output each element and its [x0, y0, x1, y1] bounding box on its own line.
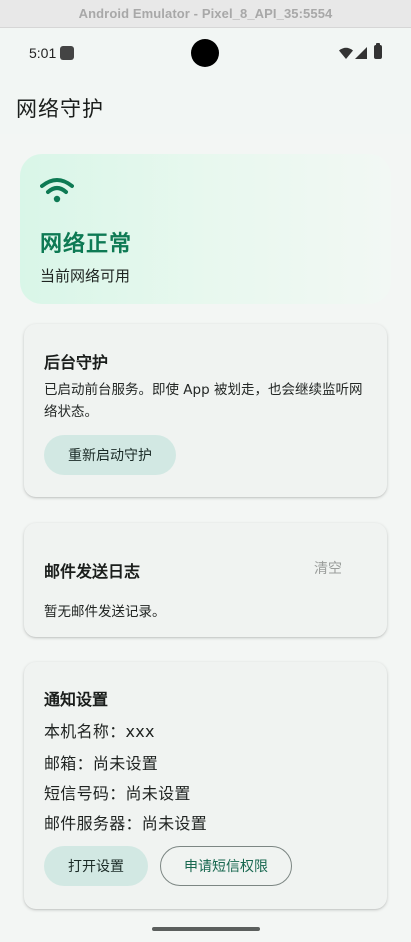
status-time: 5:01	[29, 45, 57, 61]
email-line: 邮箱：尚未设置	[44, 754, 159, 773]
sim-card-icon	[60, 46, 74, 60]
battery-icon	[374, 43, 382, 59]
request-sms-permission-button[interactable]: 申请短信权限	[160, 846, 292, 886]
front-camera-cutout	[191, 39, 219, 67]
notification-settings-card: 通知设置 本机名称：xxx 邮箱：尚未设置 短信号码：尚未设置 邮件服务器：尚未…	[24, 662, 387, 909]
network-status-title: 网络正常	[40, 232, 133, 257]
network-status-subtitle: 当前网络可用	[40, 267, 131, 285]
clear-log-button[interactable]: 清空	[314, 558, 342, 578]
page-title: 网络守护	[16, 97, 104, 121]
restart-guard-button[interactable]: 重新启动守护	[44, 435, 176, 475]
guard-card-description: 已启动前台服务。即使 App 被划走，也会继续监听网络状态。	[44, 382, 363, 420]
status-bar: 5:01	[0, 28, 411, 78]
mail-log-title: 邮件发送日志	[44, 562, 141, 581]
emulator-title: Android Emulator - Pixel_8_API_35:5554	[78, 6, 333, 21]
sms-number-line: 短信号码：尚未设置	[44, 784, 191, 803]
home-indicator[interactable]	[152, 927, 260, 931]
wifi-icon	[40, 178, 74, 203]
mail-log-card: 邮件发送日志 清空 暂无邮件发送记录。	[24, 523, 387, 637]
guard-card-title: 后台守护	[44, 353, 109, 372]
device-name-line: 本机名称：xxx	[44, 722, 155, 741]
open-settings-button[interactable]: 打开设置	[44, 846, 148, 886]
background-guard-card: 后台守护 已启动前台服务。即使 App 被划走，也会继续监听网络状态。 重新启动…	[24, 324, 387, 497]
wifi-status-icon	[339, 47, 353, 59]
emulator-title-bar: Android Emulator - Pixel_8_API_35:5554	[0, 0, 411, 28]
network-status-card: 网络正常 当前网络可用	[20, 154, 391, 304]
notify-card-title: 通知设置	[44, 690, 109, 709]
mail-server-line: 邮件服务器：尚未设置	[44, 814, 208, 833]
mail-log-empty-text: 暂无邮件发送记录。	[44, 604, 166, 620]
cell-signal-icon	[355, 47, 367, 59]
